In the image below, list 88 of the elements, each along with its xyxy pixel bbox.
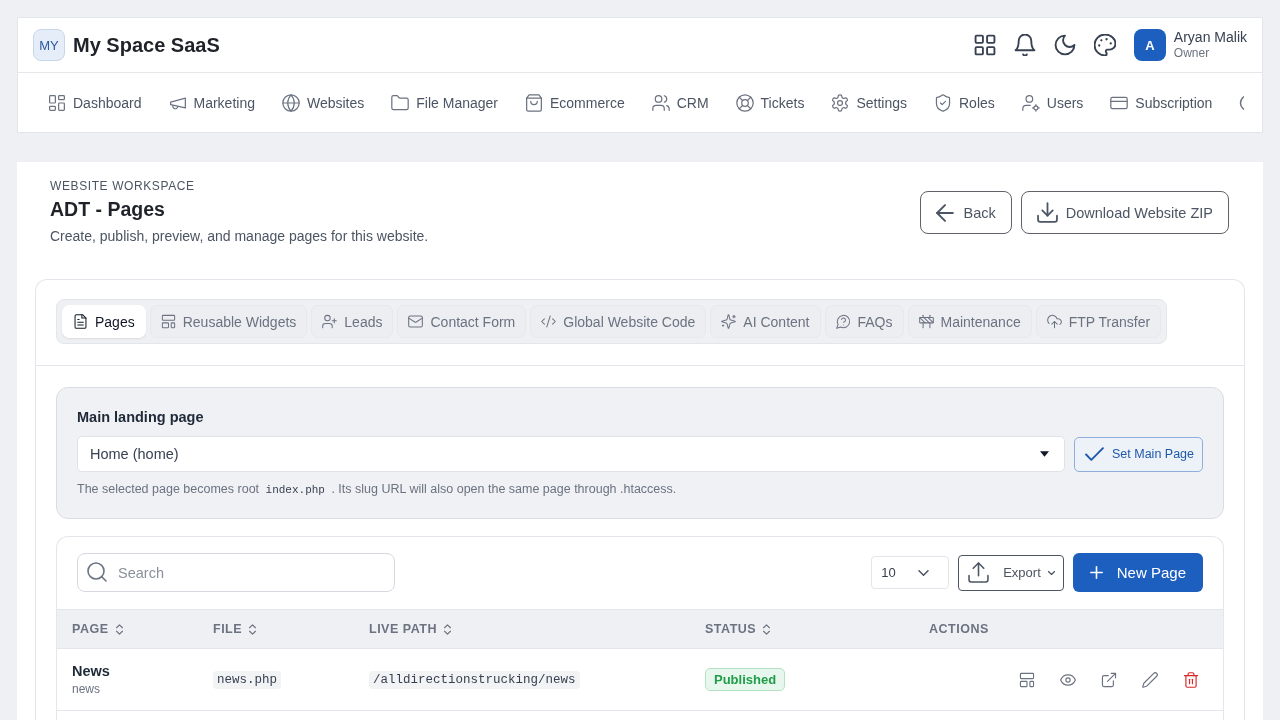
nav-link[interactable]: Tickets bbox=[735, 93, 805, 112]
upload-icon bbox=[968, 562, 990, 583]
settings-icon bbox=[831, 93, 850, 112]
chevron-down-icon bbox=[918, 569, 930, 576]
help-text: The selected page becomes root index.php . Its slug URL will also open the same page through .htaccess. bbox=[77, 481, 677, 498]
sparkles-icon bbox=[721, 314, 737, 329]
apps-grid-icon[interactable] bbox=[973, 34, 996, 56]
lifebuoy-icon bbox=[735, 93, 754, 112]
caret-icon bbox=[1040, 451, 1049, 457]
user-name: Aryan Malik bbox=[1173, 29, 1247, 46]
tab[interactable]: Pages bbox=[62, 305, 146, 338]
view-icon[interactable] bbox=[1060, 671, 1076, 688]
external-link-icon[interactable] bbox=[1101, 671, 1117, 688]
tab[interactable]: Global Website Code bbox=[530, 305, 707, 338]
live-path: /alldirectionstrucking/news bbox=[369, 670, 580, 689]
tab[interactable]: FTP Transfer bbox=[1035, 305, 1162, 338]
tab[interactable]: AI Content bbox=[710, 305, 821, 338]
shield-check-icon bbox=[934, 93, 952, 112]
tab[interactable]: Reusable Widgets bbox=[149, 305, 308, 338]
page-slug: news bbox=[72, 681, 100, 697]
notifications-icon[interactable] bbox=[1013, 34, 1036, 56]
sort-icon bbox=[763, 623, 771, 635]
layout-icon[interactable] bbox=[1019, 671, 1035, 688]
nav-link[interactable]: CRM bbox=[651, 93, 709, 112]
back-button[interactable]: Back bbox=[919, 191, 1012, 234]
tab[interactable]: Contact Form bbox=[397, 305, 527, 338]
nav-link[interactable]: Users bbox=[1021, 93, 1084, 112]
cloud-upload-icon bbox=[1046, 314, 1062, 329]
mail-icon bbox=[408, 314, 424, 329]
globe-icon bbox=[281, 93, 300, 112]
question-bubble-icon bbox=[835, 314, 851, 329]
new-page-button[interactable]: New Page bbox=[1072, 553, 1203, 592]
arrow-left-icon bbox=[935, 203, 954, 222]
download-icon bbox=[1036, 202, 1058, 223]
chevron-down-icon bbox=[1047, 570, 1055, 575]
section-eyebrow: WEBSITE WORKSPACE bbox=[50, 179, 195, 193]
column-header[interactable]: FILE bbox=[213, 622, 257, 636]
layout-icon bbox=[160, 314, 176, 329]
column-header[interactable]: STATUS bbox=[705, 622, 771, 636]
brand-logo: MY bbox=[33, 29, 65, 61]
brand-name: My Space SaaS bbox=[73, 33, 220, 57]
file-name: news.php bbox=[213, 670, 281, 689]
palette-icon[interactable] bbox=[1093, 34, 1116, 56]
code-icon bbox=[541, 314, 557, 329]
status-badge: Published bbox=[705, 668, 786, 691]
search-icon bbox=[87, 562, 107, 582]
user-avatar[interactable]: A bbox=[1133, 29, 1166, 61]
dashboard-icon bbox=[48, 93, 66, 112]
download-button[interactable]: Download Website ZIP bbox=[1020, 191, 1229, 234]
export-button[interactable]: Export bbox=[958, 554, 1064, 591]
nav-link[interactable]: File Manager bbox=[391, 93, 498, 112]
column-header[interactable]: PAGE bbox=[72, 622, 123, 636]
nav-link[interactable]: Websites bbox=[281, 93, 365, 112]
sort-icon bbox=[249, 623, 257, 635]
check-icon bbox=[1085, 447, 1104, 461]
nav-link[interactable]: Settings bbox=[831, 93, 907, 112]
column-header[interactable]: LIVE PATH bbox=[369, 622, 451, 636]
shopping-bag-icon bbox=[525, 93, 543, 112]
search-field[interactable]: Search bbox=[77, 553, 395, 592]
page-title: ADT - Pages bbox=[50, 197, 165, 222]
nav-link[interactable]: Subscription bbox=[1110, 93, 1213, 112]
user-role: Owner bbox=[1173, 46, 1211, 61]
user-gear-icon bbox=[1021, 93, 1040, 112]
tab[interactable]: Maintenance bbox=[907, 305, 1032, 338]
file-text-icon bbox=[73, 314, 88, 329]
sort-icon bbox=[443, 623, 451, 635]
user-plus-icon bbox=[322, 314, 338, 329]
field-label: Main landing page bbox=[77, 408, 204, 427]
page-size-select[interactable]: 10 bbox=[871, 556, 950, 589]
moon-icon[interactable] bbox=[1053, 34, 1076, 56]
barrier-icon bbox=[918, 314, 934, 329]
page-name: News bbox=[72, 662, 110, 680]
tab[interactable]: FAQs bbox=[824, 305, 904, 338]
landing-page-select[interactable]: Home (home) bbox=[77, 436, 1065, 472]
sort-icon bbox=[115, 623, 123, 635]
column-header: ACTIONS bbox=[929, 622, 989, 636]
delete-icon[interactable] bbox=[1183, 671, 1199, 688]
plus-icon bbox=[1089, 566, 1103, 579]
set-main-page-button[interactable]: Set Main Page bbox=[1074, 436, 1203, 472]
users-icon bbox=[651, 93, 670, 112]
nav-link[interactable]: Roles bbox=[934, 93, 995, 112]
folder-icon bbox=[391, 93, 410, 112]
nav-link[interactable]: Ecommerce bbox=[525, 93, 625, 112]
edit-icon[interactable] bbox=[1142, 671, 1158, 688]
page-subtitle: Create, publish, preview, and manage pages for this website. bbox=[50, 227, 429, 246]
tab[interactable]: Leads bbox=[311, 305, 394, 338]
nav-link[interactable]: Dashboard bbox=[48, 93, 142, 112]
nav-link[interactable]: Marketing bbox=[168, 93, 255, 112]
